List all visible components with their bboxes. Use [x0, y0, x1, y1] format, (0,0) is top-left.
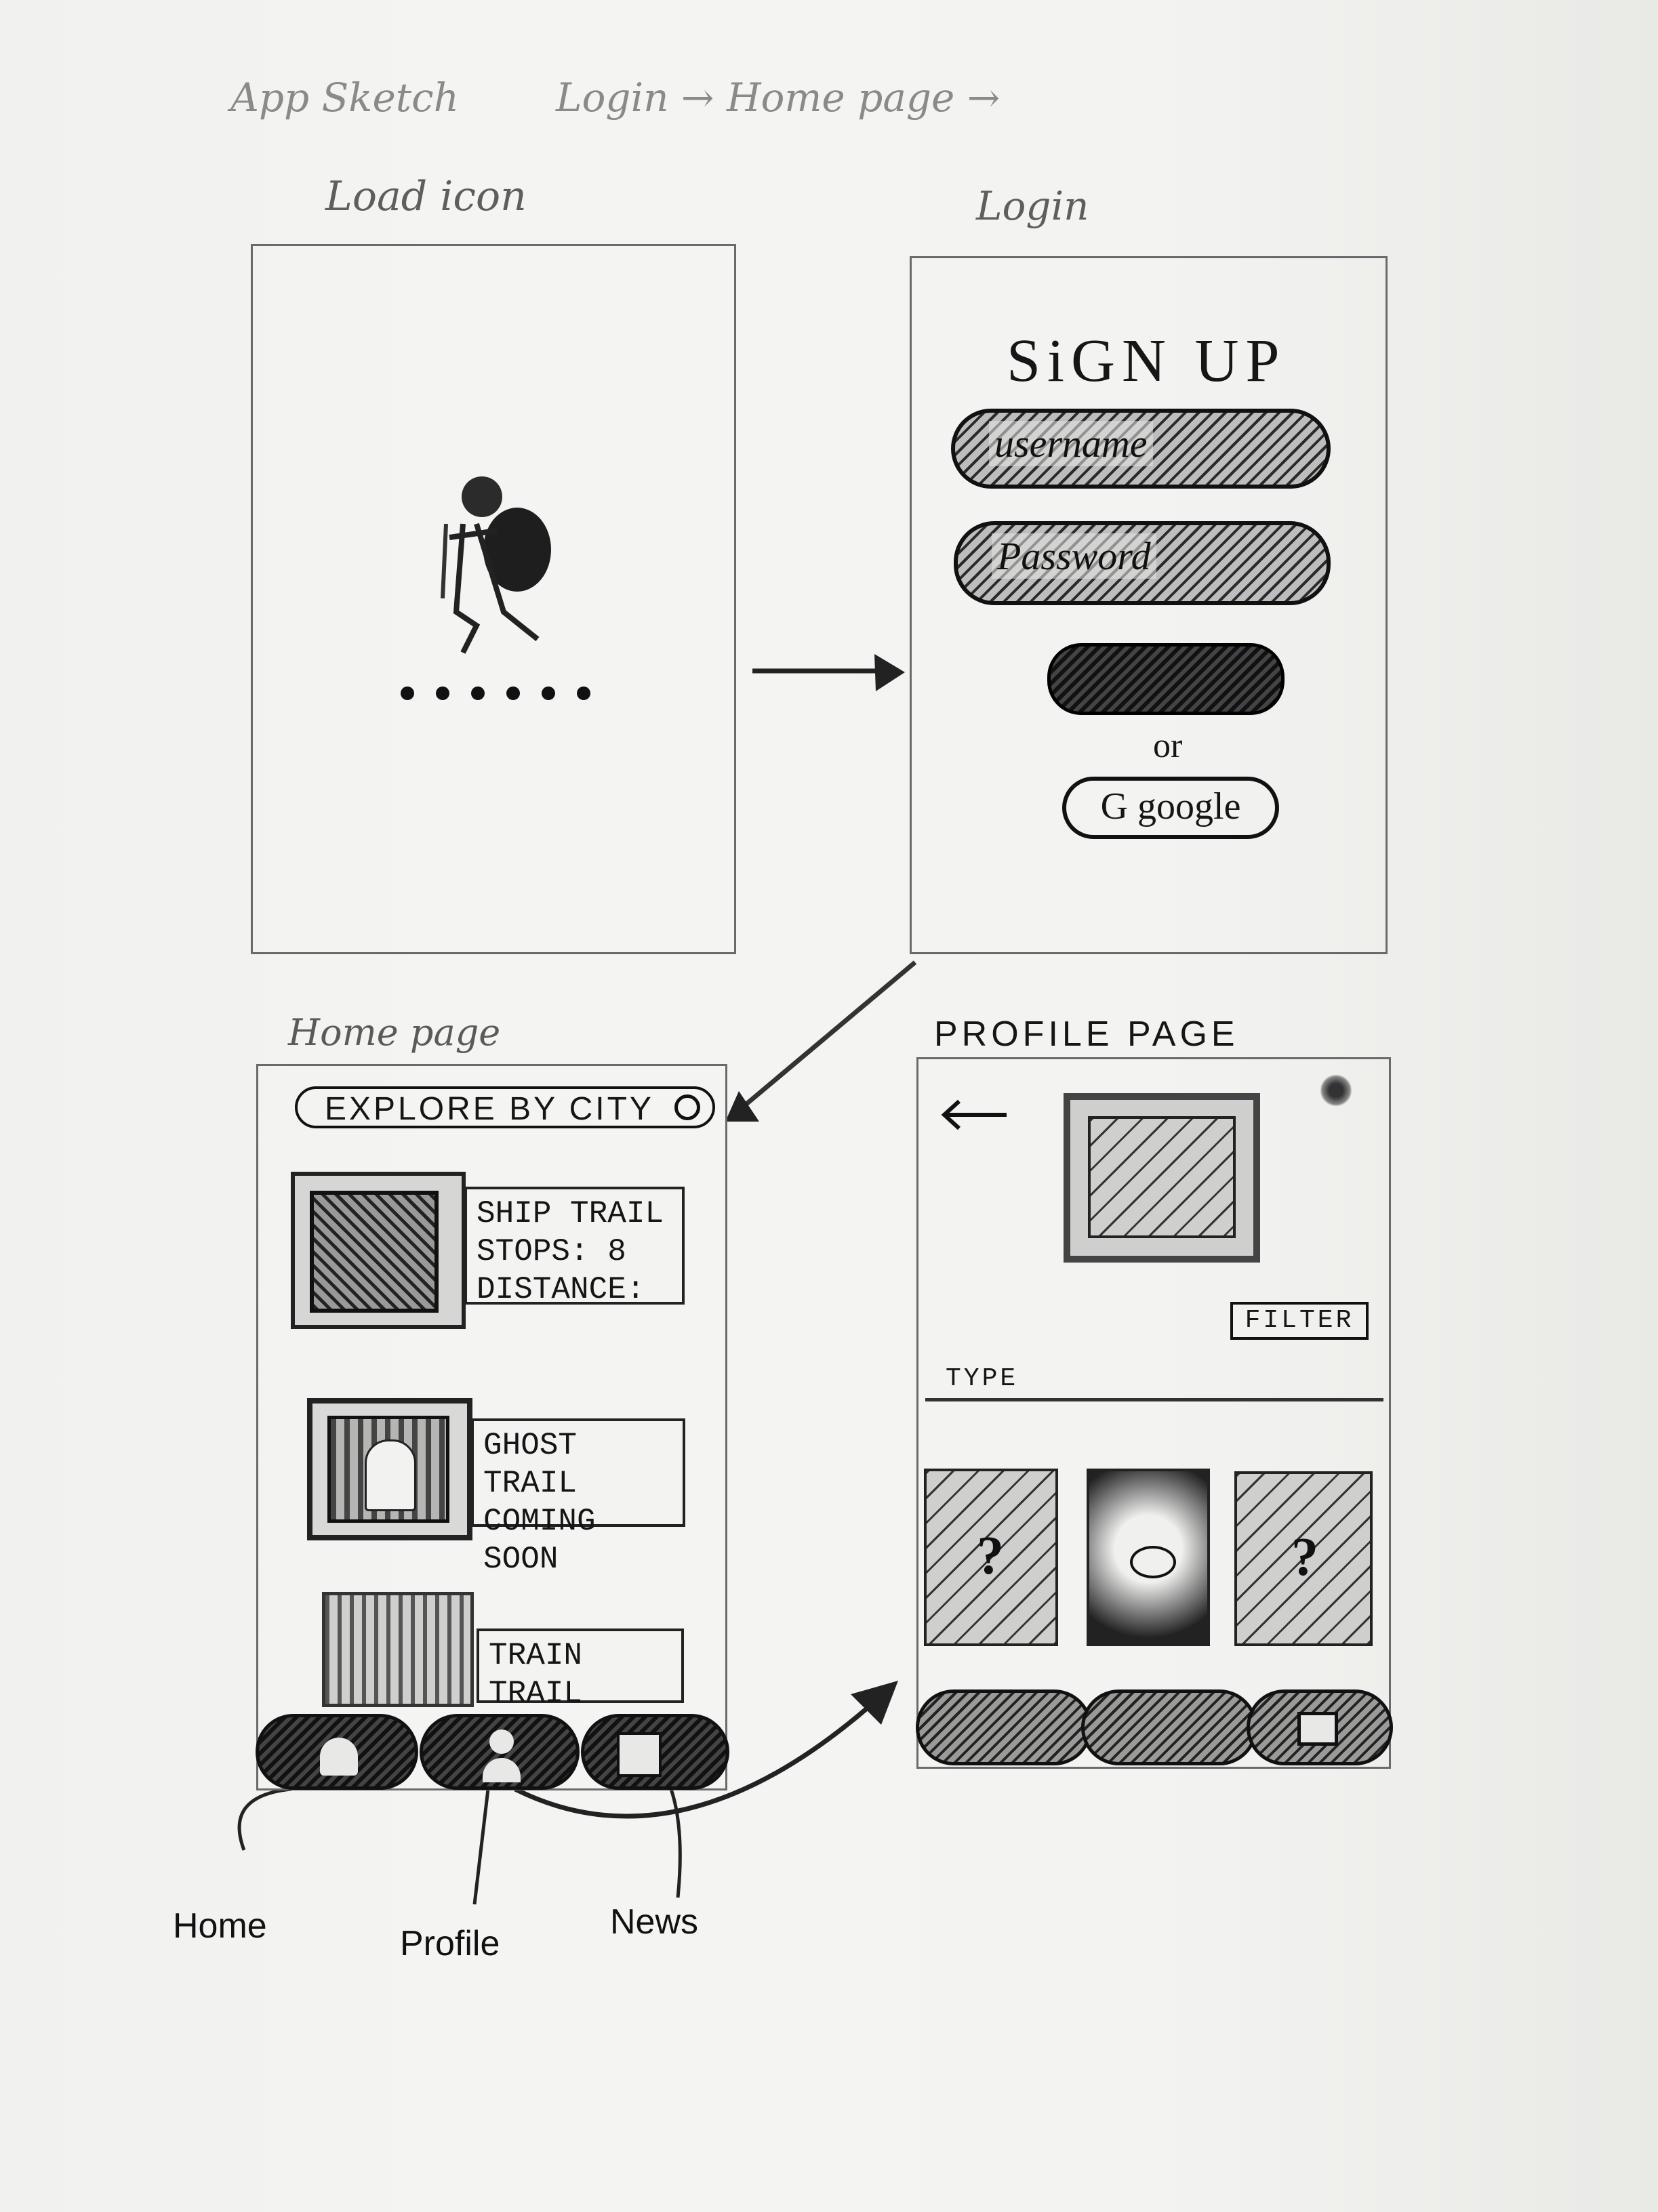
- profile-icon: [483, 1729, 521, 1784]
- badge-locked[interactable]: ?: [924, 1469, 1058, 1646]
- nav-news-button[interactable]: [581, 1714, 729, 1790]
- trail-card-info[interactable]: GHOST TRAIL COMING SOON: [471, 1418, 685, 1577]
- nav-news-label: News: [610, 1902, 699, 1942]
- nav-news-button[interactable]: [1247, 1689, 1393, 1765]
- flow-arrows: [237, 654, 917, 1905]
- home-screen-label: Home page: [288, 1011, 501, 1054]
- trail-card-thumbnail[interactable]: [322, 1592, 474, 1707]
- photo-placeholder: [1088, 1116, 1236, 1238]
- home-screen: EXPLORE BY CITY SHIP TRAIL STOPS: 8 DIST…: [256, 1064, 729, 1790]
- type-label: TYPE: [946, 1364, 1019, 1393]
- profile-screen-label: PROFILE PAGE: [934, 1015, 1239, 1054]
- nav-profile-button[interactable]: [420, 1714, 580, 1790]
- news-icon: [617, 1732, 662, 1777]
- ghost-image: [327, 1416, 449, 1523]
- nav-profile-button[interactable]: [1081, 1689, 1257, 1765]
- login-screen-label: Login: [976, 183, 1089, 229]
- trail-card-info[interactable]: TRAIN TRAIL: [477, 1629, 684, 1711]
- trail-card-thumbnail[interactable]: [307, 1398, 472, 1540]
- login-screen: SiGN UP username Password or G google: [910, 256, 1388, 954]
- news-icon: [1297, 1712, 1338, 1746]
- trail-stops: STOPS: 8: [477, 1234, 626, 1269]
- trail-card-thumbnail[interactable]: [291, 1172, 466, 1329]
- back-arrow-icon[interactable]: [939, 1093, 1020, 1134]
- or-text: or: [1153, 726, 1183, 765]
- profile-screen: FILTER TYPE ? ?: [916, 1057, 1393, 1769]
- nav-home-button[interactable]: [916, 1689, 1092, 1765]
- trail-title: SHIP TRAIL: [477, 1196, 664, 1231]
- bottom-nav: [916, 1689, 1393, 1768]
- search-icon[interactable]: [674, 1094, 700, 1120]
- password-field[interactable]: Password: [954, 521, 1331, 605]
- badge-unlocked[interactable]: [1087, 1469, 1210, 1646]
- home-icon: [320, 1738, 358, 1776]
- filter-button[interactable]: FILTER: [1230, 1302, 1369, 1340]
- trail-status: COMING SOON: [483, 1504, 596, 1577]
- trail-distance: DISTANCE:: [477, 1272, 645, 1307]
- nav-profile-label: Profile: [400, 1924, 500, 1963]
- settings-gear-icon[interactable]: [1320, 1074, 1352, 1107]
- trail-title: GHOST TRAIL: [483, 1428, 578, 1501]
- city-search-bar[interactable]: EXPLORE BY CITY: [295, 1086, 715, 1128]
- username-field[interactable]: username: [951, 409, 1331, 489]
- character-face: [1130, 1546, 1176, 1578]
- trail-card-info[interactable]: SHIP TRAIL STOPS: 8 DISTANCE:: [464, 1187, 685, 1307]
- badge-locked[interactable]: ?: [1234, 1471, 1373, 1646]
- nav-home-button[interactable]: [256, 1714, 418, 1790]
- trail-title: TRAIN TRAIL: [489, 1638, 583, 1711]
- profile-photo: [1064, 1093, 1260, 1263]
- search-label: EXPLORE BY CITY: [325, 1091, 654, 1127]
- signup-heading: SiGN UP: [1007, 327, 1287, 394]
- divider: [925, 1398, 1383, 1401]
- bottom-nav: [256, 1708, 729, 1790]
- ship-image: [310, 1191, 439, 1313]
- google-signin-button[interactable]: G google: [1062, 777, 1279, 839]
- nav-home-label: Home: [173, 1906, 267, 1946]
- signup-button[interactable]: [1047, 643, 1285, 715]
